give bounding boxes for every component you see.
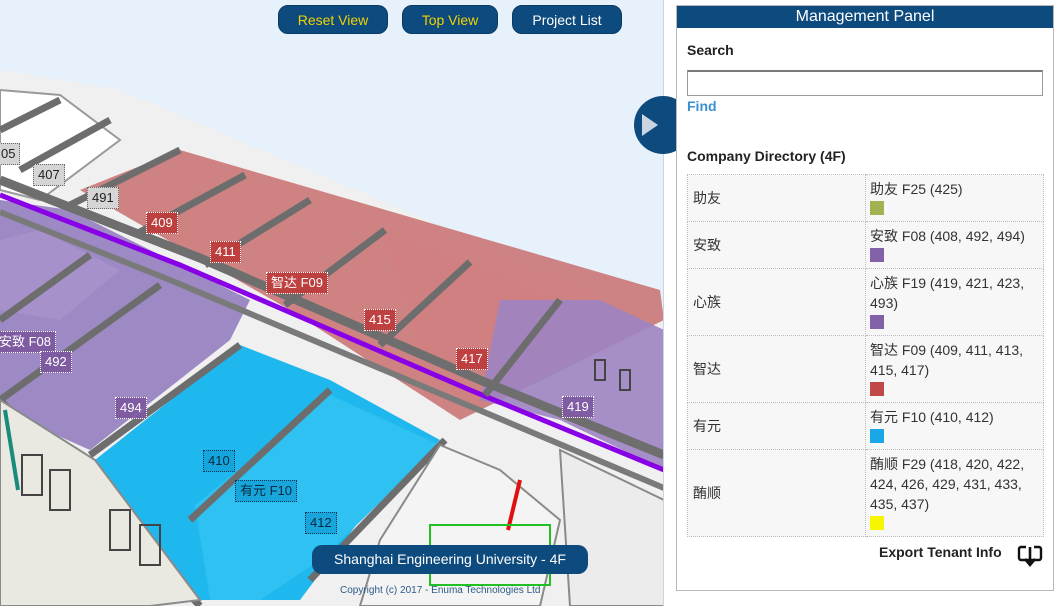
company-name: 有元 — [687, 402, 866, 450]
top-view-button[interactable]: Top View — [402, 5, 498, 34]
directory-row[interactable]: 酭顺 酭顺 F29 (418, 420, 422, 424, 426, 429,… — [687, 449, 1044, 537]
company-detail: 有元 F10 (410, 412) — [865, 402, 1044, 450]
building-floor-caption: Shanghai Engineering University - 4F — [312, 545, 588, 574]
company-floor-rooms: 助友 F25 (425) — [870, 181, 963, 197]
directory-row[interactable]: 心族 心族 F19 (419, 421, 423, 493) — [687, 268, 1044, 336]
company-detail: 智达 F09 (409, 411, 413, 415, 417) — [865, 335, 1044, 403]
room-label-411[interactable]: 411 — [210, 241, 241, 263]
directory-row[interactable]: 智达 智达 F09 (409, 411, 413, 415, 417) — [687, 335, 1044, 403]
company-name: 助友 — [687, 174, 866, 222]
company-color-swatch — [870, 382, 884, 396]
company-floor-rooms: 心族 F19 (419, 421, 423, — [870, 275, 1025, 291]
company-floor-rooms-cont: 424, 426, 429, 431, 433, — [870, 476, 1022, 492]
room-label-412[interactable]: 412 — [305, 512, 337, 534]
company-floor-rooms: 智达 F09 (409, 411, 413, — [870, 342, 1024, 358]
company-detail: 助友 F25 (425) — [865, 174, 1044, 222]
company-color-swatch — [870, 315, 884, 329]
company-directory-title: Company Directory (4F) — [687, 148, 846, 164]
room-label-491[interactable]: 491 — [87, 187, 119, 209]
project-list-button[interactable]: Project List — [512, 5, 622, 34]
management-panel: Management Panel Search Find Company Dir… — [676, 5, 1054, 591]
company-floor-rooms-cont: 435, 437) — [870, 496, 930, 512]
company-name: 智达 — [687, 335, 866, 403]
app-window: 05 407 491 409 411 智达 F09 415 417 安致 F08… — [0, 0, 1059, 606]
room-label-410[interactable]: 410 — [203, 450, 235, 472]
company-floor-rooms-cont: 493) — [870, 295, 899, 311]
room-label-492[interactable]: 492 — [40, 351, 72, 373]
room-label-417[interactable]: 417 — [456, 348, 488, 370]
tenant-label-zhida[interactable]: 智达 F09 — [266, 272, 329, 294]
company-floor-rooms: 安致 F08 (408, 492, 494) — [870, 228, 1025, 244]
search-label: Search — [687, 42, 734, 58]
company-color-swatch — [870, 429, 884, 443]
download-icon[interactable] — [1017, 544, 1043, 570]
tenant-label-youyuan[interactable]: 有元 F10 — [235, 480, 298, 502]
company-floor-rooms-cont: 415, 417) — [870, 362, 930, 378]
company-directory-table: 助友 助友 F25 (425) 安致 安致 F08 (408, 492, 494… — [687, 174, 1044, 537]
directory-row[interactable]: 助友 助友 F25 (425) — [687, 174, 1044, 222]
room-label-405[interactable]: 05 — [0, 143, 21, 165]
room-label-409[interactable]: 409 — [146, 212, 178, 234]
company-detail: 安致 F08 (408, 492, 494) — [865, 221, 1044, 269]
company-name: 安致 — [687, 221, 866, 269]
search-input[interactable] — [687, 70, 1043, 96]
panel-title: Management Panel — [677, 6, 1053, 28]
directory-row[interactable]: 有元 有元 F10 (410, 412) — [687, 402, 1044, 450]
find-button[interactable]: Find — [687, 98, 717, 114]
reset-view-button[interactable]: Reset View — [278, 5, 388, 34]
chevron-right-icon — [642, 114, 658, 136]
company-name: 心族 — [687, 268, 866, 336]
export-tenant-info-link[interactable]: Export Tenant Info — [879, 544, 1002, 560]
tenant-label-anzhi[interactable]: 安致 F08 — [0, 331, 57, 353]
room-label-419[interactable]: 419 — [562, 396, 594, 418]
room-label-415[interactable]: 415 — [364, 309, 396, 331]
room-label-407[interactable]: 407 — [33, 164, 65, 186]
company-detail: 酭顺 F29 (418, 420, 422, 424, 426, 429, 43… — [865, 449, 1044, 537]
company-color-swatch — [870, 201, 884, 215]
copyright-text: Copyright (c) 2017 - Enuma Technologies … — [340, 585, 541, 596]
company-color-swatch — [870, 248, 884, 262]
company-floor-rooms: 有元 F10 (410, 412) — [870, 409, 994, 425]
directory-row[interactable]: 安致 安致 F08 (408, 492, 494) — [687, 221, 1044, 269]
floor-plan-viewport[interactable]: 05 407 491 409 411 智达 F09 415 417 安致 F08… — [0, 0, 664, 606]
company-detail: 心族 F19 (419, 421, 423, 493) — [865, 268, 1044, 336]
room-label-494[interactable]: 494 — [115, 397, 147, 419]
company-name: 酭顺 — [687, 449, 866, 537]
company-floor-rooms: 酭顺 F29 (418, 420, 422, — [870, 456, 1025, 472]
company-color-swatch — [870, 516, 884, 530]
